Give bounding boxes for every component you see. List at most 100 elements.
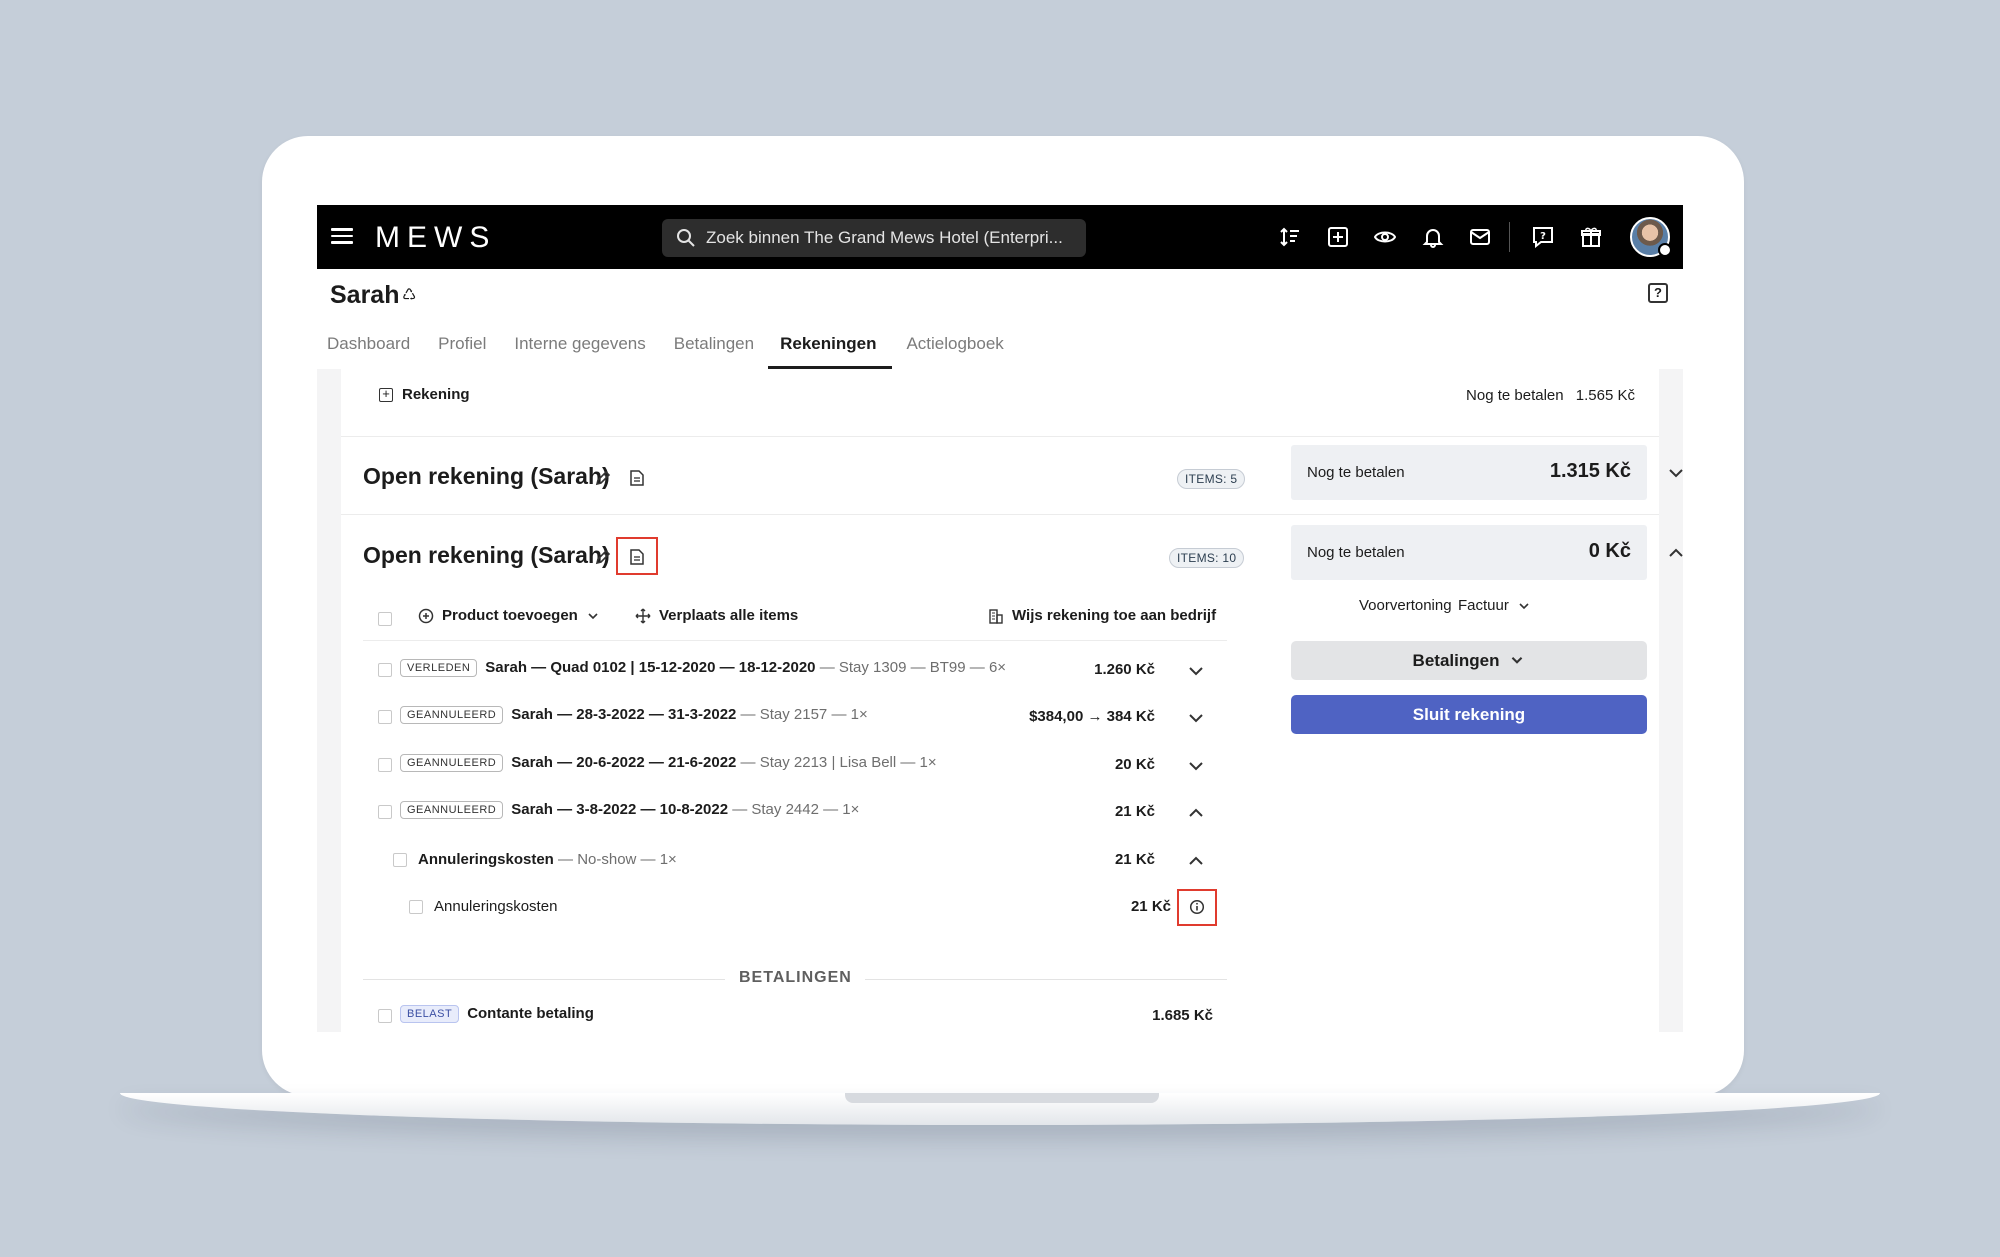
chevron-down-icon[interactable] xyxy=(1187,662,1205,680)
add-product-label: Product toevoegen xyxy=(442,607,578,624)
list-item[interactable]: VERLEDEN Sarah — Quad 0102 | 15-12-2020 —… xyxy=(363,647,1227,694)
move-icon xyxy=(635,608,651,623)
select-all-checkbox[interactable] xyxy=(378,612,392,626)
chevron-down-icon[interactable] xyxy=(1667,464,1683,482)
sub-list-item[interactable]: Annuleringskosten — No-show — 1× 21 Kč xyxy=(363,837,1227,884)
chevron-up-icon[interactable] xyxy=(1667,544,1683,562)
item-checkbox[interactable] xyxy=(378,710,392,724)
item-description: Sarah — 20-6-2022 — 21-6-2022 xyxy=(511,754,737,771)
move-all-label: Verplaats alle items xyxy=(659,607,799,624)
item-details: — No-show — 1× xyxy=(553,851,677,868)
bill-remaining-value: 0 Kč xyxy=(1588,540,1631,562)
tab-betalingen[interactable]: Betalingen xyxy=(660,317,768,369)
item-amount: 21 Kč xyxy=(1114,851,1155,868)
chevron-up-icon[interactable] xyxy=(1187,804,1205,822)
item-description: Annuleringskosten xyxy=(434,898,558,915)
item-description: Sarah — 3-8-2022 — 10-8-2022 xyxy=(511,801,729,818)
add-box-icon[interactable] xyxy=(1327,226,1349,248)
item-details: — Stay 2442 — 1× xyxy=(728,801,860,818)
section-divider xyxy=(865,979,1227,980)
bill-remaining-label: Nog te betalen xyxy=(1307,544,1405,561)
item-description: Contante betaling xyxy=(467,1005,594,1022)
item-description: Sarah — Quad 0102 | 15-12-2020 — 18-12-2… xyxy=(485,659,816,676)
top-navigation-bar: MEWS ? xyxy=(317,205,1683,269)
list-item[interactable]: GEANNULEERD Sarah — 3-8-2022 — 10-8-2022 … xyxy=(363,789,1227,836)
chevron-down-icon[interactable] xyxy=(1187,757,1205,775)
tab-rekeningen[interactable]: Rekeningen xyxy=(768,317,893,369)
help-chat-icon[interactable]: ? xyxy=(1532,226,1554,248)
item-checkbox[interactable] xyxy=(393,853,407,867)
add-product-button[interactable]: Product toevoegen xyxy=(418,607,600,624)
bills-panel: + Rekening Nog te betalen 1.565 Kč Open … xyxy=(341,369,1683,1032)
preview-button[interactable]: Voorvertoning xyxy=(1359,597,1452,614)
tab-profiel[interactable]: Profiel xyxy=(424,317,500,369)
sub-sub-list-item[interactable]: Annuleringskosten 21 Kč xyxy=(363,884,1227,931)
items-count-badge: ITEMS: 10 xyxy=(1169,548,1245,568)
chevron-down-icon xyxy=(1519,602,1529,609)
top-bar-divider xyxy=(1509,222,1510,252)
item-amount: 1.685 Kč xyxy=(1152,1007,1213,1024)
item-amount: 21 Kč xyxy=(1130,898,1171,915)
tab-dashboard[interactable]: Dashboard xyxy=(317,317,424,369)
app-logo[interactable]: MEWS xyxy=(375,221,496,255)
payments-header-label: BETALINGEN xyxy=(739,969,852,986)
list-item[interactable]: GEANNULEERD Sarah — 28-3-2022 — 31-3-2022… xyxy=(363,694,1227,741)
bill-remaining-label: Nog te betalen xyxy=(1307,464,1405,481)
list-item[interactable]: GEANNULEERD Sarah — 20-6-2022 — 21-6-2022… xyxy=(363,742,1227,789)
recycle-icon: ♺ xyxy=(402,287,417,304)
item-checkbox[interactable] xyxy=(409,900,423,914)
eye-icon[interactable] xyxy=(1374,226,1396,248)
add-bill-button[interactable]: + Rekening xyxy=(379,386,470,403)
status-badge: GEANNULEERD xyxy=(400,706,504,725)
payment-item[interactable]: BELAST Contante betaling 1.685 Kč xyxy=(363,993,1227,1032)
bill-remaining-value: 1.315 Kč xyxy=(1549,460,1631,482)
item-checkbox[interactable] xyxy=(378,805,392,819)
mail-icon[interactable] xyxy=(1469,226,1491,248)
total-remaining-value: 1.565 Kč xyxy=(1575,387,1635,404)
item-amount: $384,00 → 384 Kč xyxy=(1029,708,1155,725)
section-divider xyxy=(363,979,725,980)
tab-interne-gegevens[interactable]: Interne gegevens xyxy=(500,317,659,369)
item-checkbox[interactable] xyxy=(378,758,392,772)
bill-remaining-box: Nog te betalen 1.315 Kč xyxy=(1291,445,1647,500)
search-bar[interactable] xyxy=(662,219,1086,257)
chevron-down-icon[interactable] xyxy=(1187,709,1205,727)
assign-company-button[interactable]: Wijs rekening toe aan bedrijf xyxy=(988,607,1216,624)
info-icon[interactable] xyxy=(1189,899,1205,915)
chevron-down-icon xyxy=(1512,656,1523,664)
total-remaining-label: Nog te betalen xyxy=(1466,387,1564,404)
gift-icon[interactable] xyxy=(1580,226,1602,248)
invoice-label: Factuur xyxy=(1458,597,1509,614)
invoice-dropdown[interactable]: Factuur xyxy=(1458,597,1531,614)
payments-dropdown-button[interactable]: Betalingen xyxy=(1291,641,1647,680)
document-icon[interactable] xyxy=(630,549,644,565)
search-input[interactable] xyxy=(706,228,1076,248)
preview-label: Voorvertoning xyxy=(1359,597,1452,614)
items-count-badge: ITEMS: 5 xyxy=(1177,469,1246,489)
status-dot xyxy=(1658,243,1672,257)
bill-toolbar: Product toevoegen Verplaats alle items W… xyxy=(363,597,1227,641)
status-badge: VERLEDEN xyxy=(400,659,478,678)
edit-pencil-icon[interactable] xyxy=(595,549,611,565)
tab-actielogboek[interactable]: Actielogboek xyxy=(892,317,1017,369)
assign-company-label: Wijs rekening toe aan bedrijf xyxy=(1012,607,1217,624)
item-amount: 1.260 Kč xyxy=(1094,661,1155,678)
menu-icon[interactable] xyxy=(331,225,353,249)
chevron-up-icon[interactable] xyxy=(1187,852,1205,870)
plus-box-icon: + xyxy=(379,387,393,402)
move-all-items-button[interactable]: Verplaats alle items xyxy=(635,607,798,624)
document-icon[interactable] xyxy=(630,470,644,486)
svg-text:?: ? xyxy=(1540,231,1546,242)
edit-pencil-icon[interactable] xyxy=(595,470,611,486)
item-checkbox[interactable] xyxy=(378,1009,392,1023)
bell-icon[interactable] xyxy=(1422,226,1444,248)
payments-section-header: BETALINGEN xyxy=(363,969,1227,989)
plus-circle-icon xyxy=(418,608,434,623)
item-checkbox[interactable] xyxy=(378,663,392,677)
building-icon xyxy=(989,608,1003,624)
close-bill-button[interactable]: Sluit rekening xyxy=(1291,695,1647,734)
item-amount: 20 Kč xyxy=(1114,756,1155,773)
bill-title: Open rekening (Sarah) xyxy=(363,463,610,489)
sort-icon[interactable] xyxy=(1279,226,1301,248)
help-button[interactable]: ? xyxy=(1648,283,1668,303)
